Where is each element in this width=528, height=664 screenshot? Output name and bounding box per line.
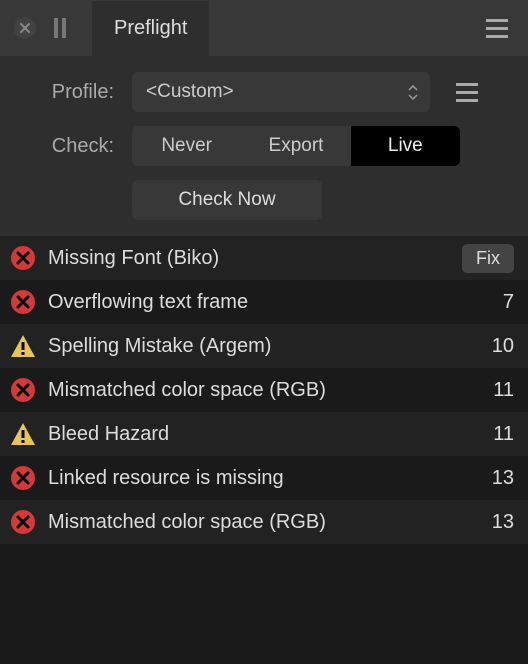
check-row: Check: Never Export Live [20,126,508,166]
tab-preflight[interactable]: Preflight [92,1,209,56]
issue-count: 10 [492,335,514,358]
issue-count: 13 [492,511,514,534]
issue-count: 11 [493,423,514,446]
profile-value: <Custom> [146,81,234,103]
issue-count: 7 [503,291,514,314]
issue-count: 13 [492,467,514,490]
issue-row[interactable]: Linked resource is missing13 [0,456,528,500]
profile-label: Profile: [20,81,132,104]
panel-menu-button[interactable] [480,13,514,44]
error-icon [10,509,36,535]
error-icon [10,377,36,403]
issue-label: Mismatched color space (RGB) [48,511,492,534]
check-now-row: Check Now [20,180,508,220]
issue-label: Overflowing text frame [48,291,503,314]
profile-row: Profile: <Custom> [20,72,508,112]
titlebar-left: Preflight [14,1,209,56]
issue-row[interactable]: Bleed Hazard11 [0,412,528,456]
issue-label: Missing Font (Biko) [48,247,462,270]
issue-row[interactable]: Mismatched color space (RGB)11 [0,368,528,412]
issues-list: Missing Font (Biko)FixOverflowing text f… [0,236,528,664]
issue-row[interactable]: Spelling Mistake (Argem)10 [0,324,528,368]
warning-icon [10,333,36,359]
check-mode-live[interactable]: Live [351,126,460,166]
controls: Profile: <Custom> Check: Never Export Li… [0,56,528,236]
error-icon [10,289,36,315]
check-mode-segment: Never Export Live [132,126,460,166]
check-now-button[interactable]: Check Now [132,180,322,220]
check-label: Check: [20,135,132,158]
profile-menu-button[interactable] [452,79,482,106]
issue-label: Spelling Mistake (Argem) [48,335,492,358]
error-icon [10,465,36,491]
profile-select[interactable]: <Custom> [132,72,430,112]
close-button[interactable] [14,17,36,39]
warning-icon [10,421,36,447]
issue-label: Mismatched color space (RGB) [48,379,493,402]
titlebar: Preflight [0,0,528,56]
issue-label: Linked resource is missing [48,467,492,490]
issue-label: Bleed Hazard [48,423,493,446]
issue-count: 11 [493,379,514,402]
chevron-updown-icon [408,85,418,100]
close-icon [19,22,31,34]
error-icon [10,245,36,271]
check-mode-export[interactable]: Export [241,126,350,166]
issue-row[interactable]: Mismatched color space (RGB)13 [0,500,528,544]
issue-row[interactable]: Overflowing text frame7 [0,280,528,324]
issue-row[interactable]: Missing Font (Biko)Fix [0,236,528,280]
pause-icon [54,18,66,38]
check-mode-never[interactable]: Never [132,126,241,166]
preflight-panel: Preflight Profile: <Custom> Check: Never… [0,0,528,664]
tab-label: Preflight [114,17,187,39]
fix-button[interactable]: Fix [462,244,514,273]
